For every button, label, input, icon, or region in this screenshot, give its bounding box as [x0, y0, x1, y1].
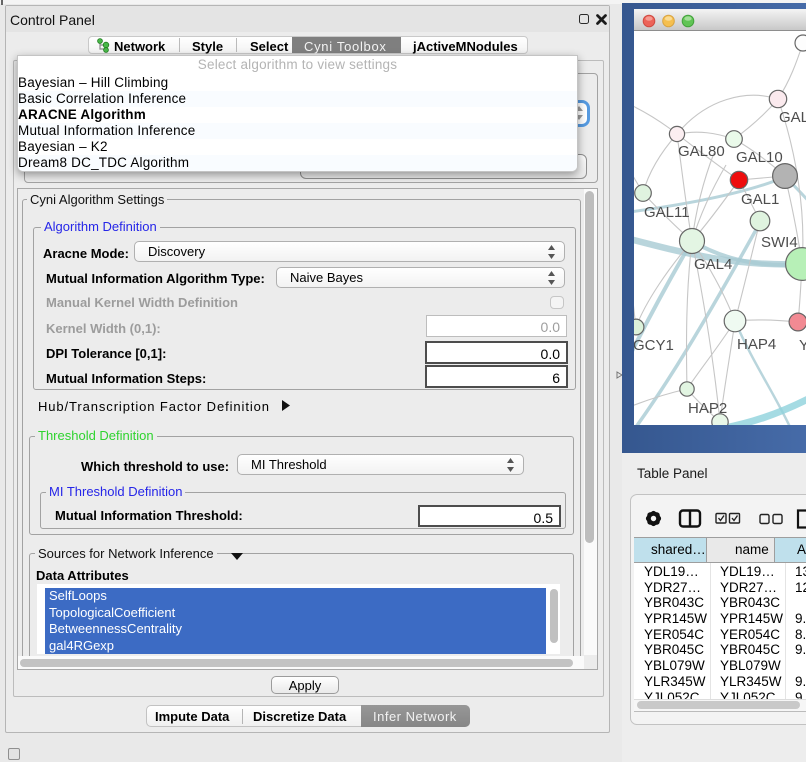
svg-text:GAL4: GAL4	[694, 256, 732, 273]
svg-text:GAL1: GAL1	[741, 191, 779, 208]
svg-text:GCY1: GCY1	[634, 337, 674, 354]
svg-text:HAP4: HAP4	[737, 336, 776, 353]
svg-text:GAL10: GAL10	[736, 149, 783, 166]
svg-text:Y: Y	[799, 337, 806, 354]
svg-text:HAP2: HAP2	[688, 400, 727, 417]
svg-text:SWI4: SWI4	[761, 234, 798, 251]
svg-text:GAL11: GAL11	[644, 204, 690, 221]
svg-text:GAL2: GAL2	[779, 109, 806, 126]
svg-text:GAL80: GAL80	[678, 143, 725, 160]
